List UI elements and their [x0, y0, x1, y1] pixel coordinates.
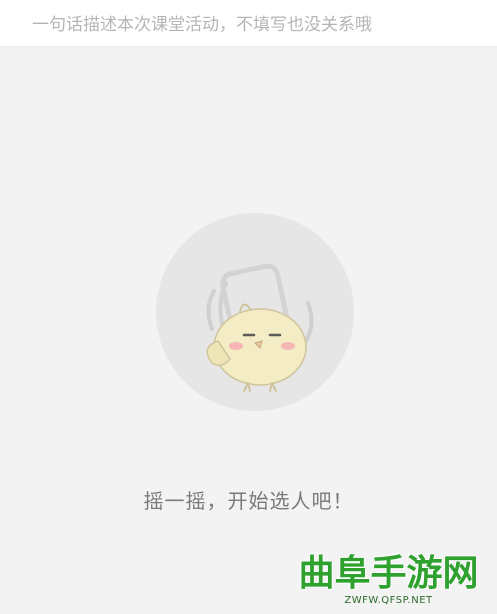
activity-description-input[interactable]	[30, 10, 484, 40]
app-window: 摇一摇，开始选人吧！ 曲阜手游网 ZWFW.QFSP.NET	[0, 0, 497, 614]
watermark-title: 曲阜手游网	[298, 553, 479, 594]
watermark-url: ZWFW.QFSP.NET	[344, 595, 433, 606]
shaking-chick-icon	[206, 263, 314, 392]
activity-description-bar	[0, 0, 497, 47]
shake-prompt-text: 摇一摇，开始选人吧！	[143, 489, 354, 513]
random-pick-area: 摇一摇，开始选人吧！	[0, 47, 497, 614]
shake-button[interactable]	[156, 213, 354, 411]
site-watermark: 曲阜手游网 ZWFW.QFSP.NET	[286, 553, 491, 611]
